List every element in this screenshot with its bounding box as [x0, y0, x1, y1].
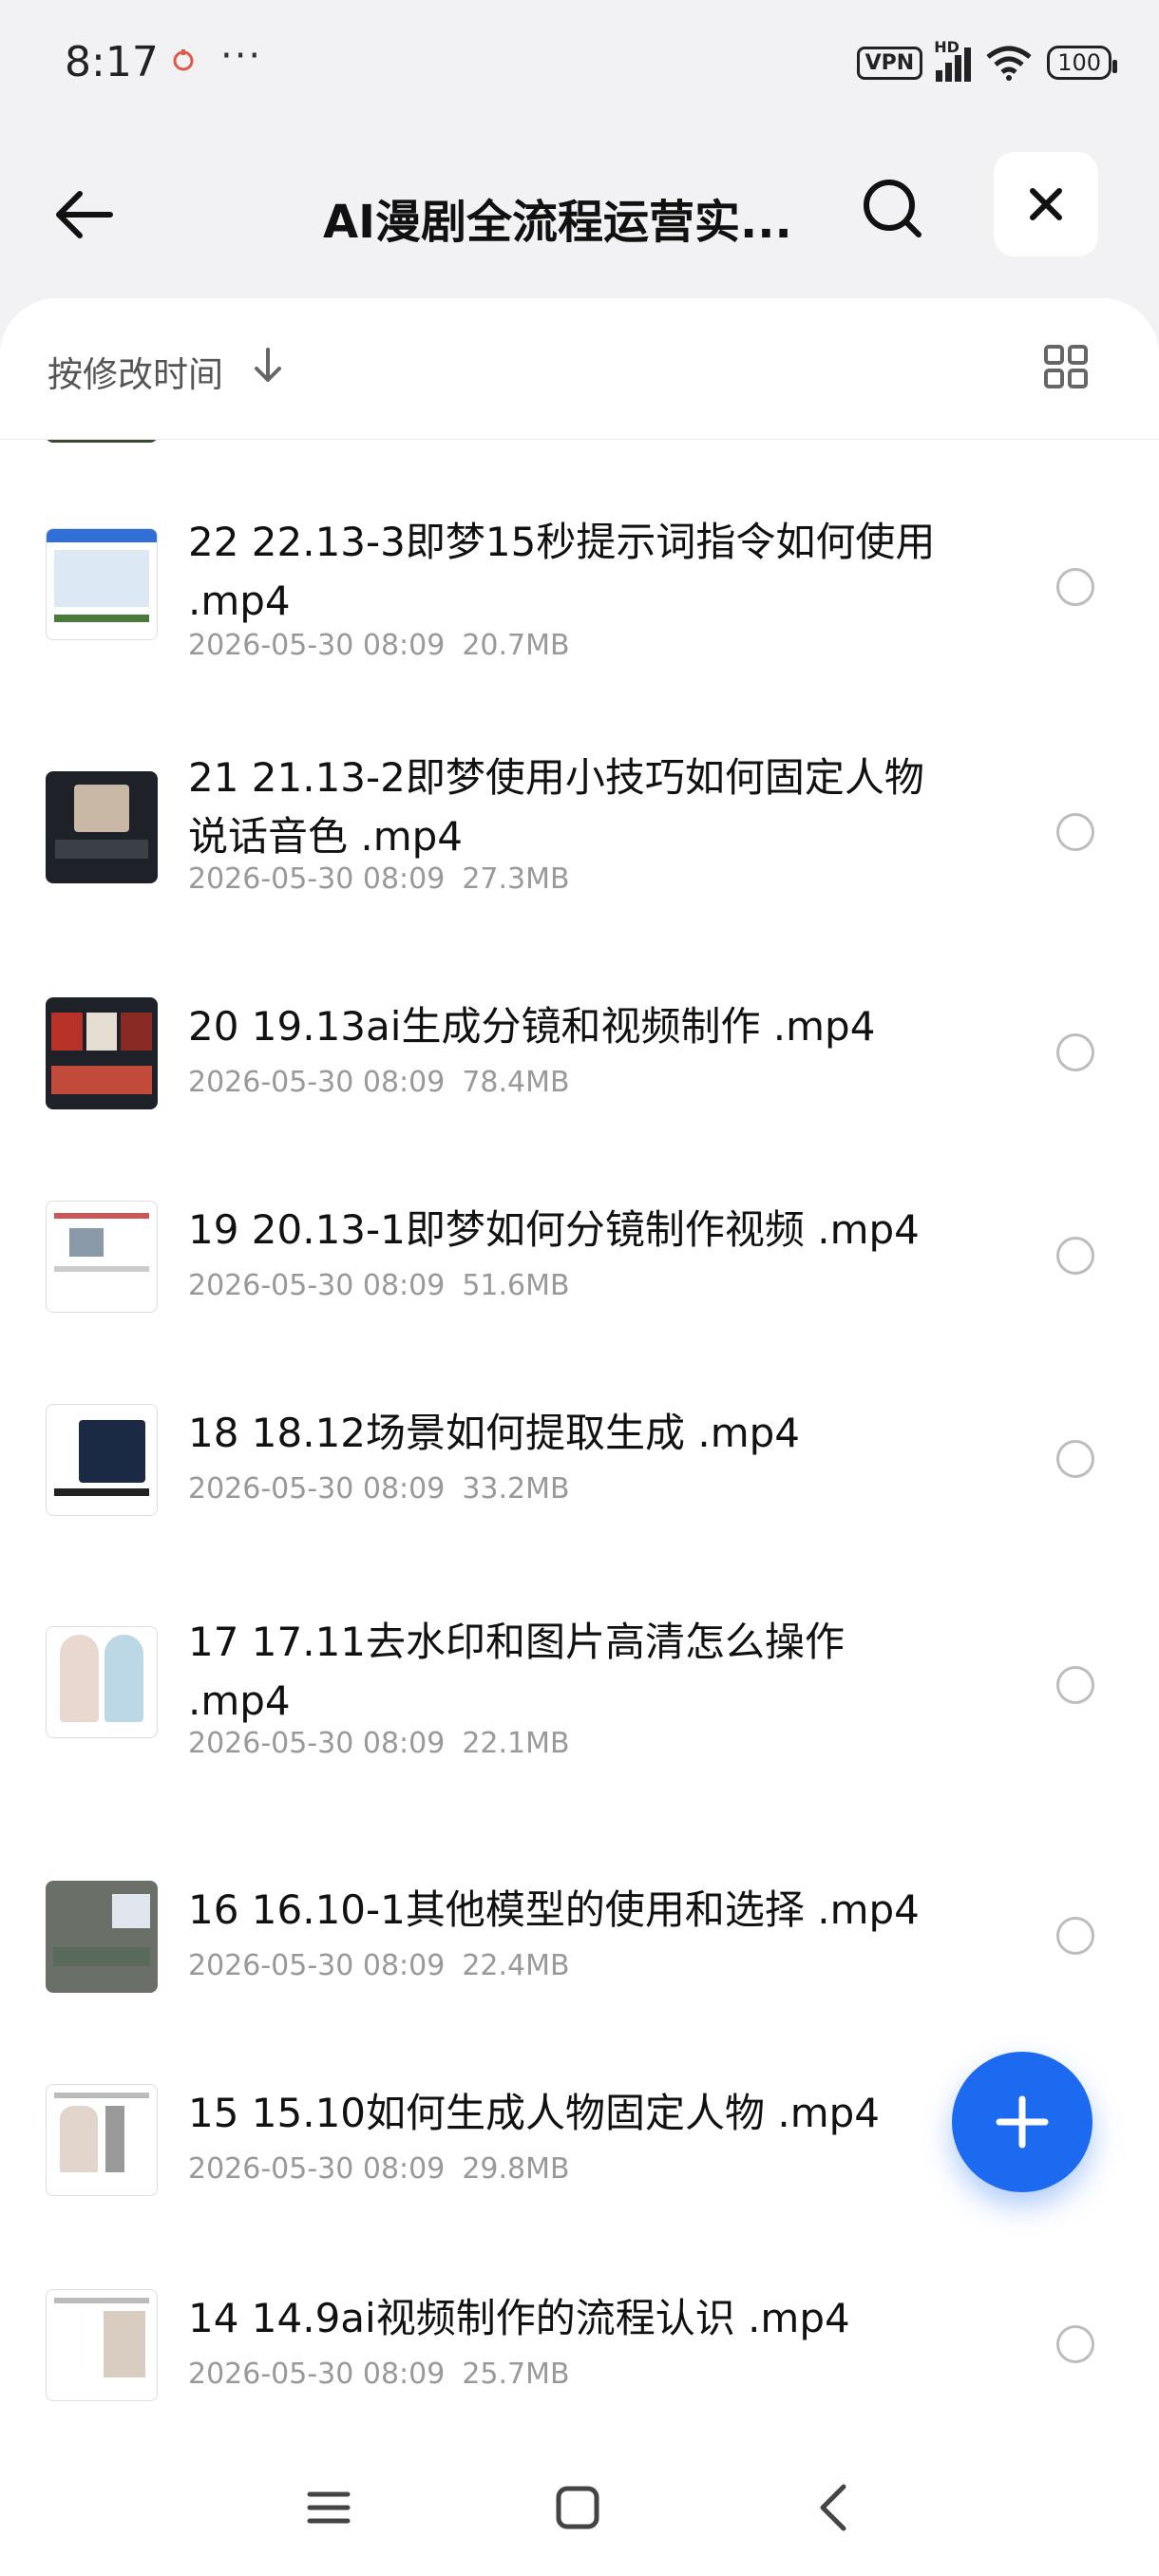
video-thumbnail	[46, 2289, 158, 2401]
back-button[interactable]	[46, 177, 122, 253]
file-name: 22 22.13-3即梦15秒提示词指令如何使用 .mp4	[188, 519, 936, 624]
video-thumbnail	[46, 1404, 158, 1516]
battery-indicator: 100	[1047, 46, 1117, 80]
file-meta: 2026-05-30 08:09 51.6MB	[188, 1269, 570, 1302]
file-meta: 2026-05-30 08:09 20.7MB	[188, 629, 570, 662]
sort-option-button[interactable]: 按修改时间	[48, 346, 223, 397]
file-list-panel: 按修改时间 22 22.13-3即梦15秒提示词指令如何使用 .mp4 2026…	[0, 298, 1159, 2576]
select-radio[interactable]	[1056, 813, 1094, 851]
file-meta: 2026-05-30 08:09 22.4MB	[188, 1949, 570, 1982]
home-square-icon	[556, 2486, 599, 2529]
select-radio[interactable]	[1056, 1917, 1094, 1955]
nav-home-button[interactable]	[549, 2479, 606, 2536]
file-name: 15 15.10如何生成人物固定人物 .mp4	[188, 2090, 881, 2136]
top-app-bar: AI漫剧全流程运营实...	[0, 152, 1159, 266]
file-name: 19 20.13-1即梦如何分镜制作视频 .mp4	[188, 1206, 920, 1253]
video-thumbnail	[46, 771, 158, 883]
video-thumbnail	[46, 2084, 158, 2196]
search-button[interactable]	[855, 171, 931, 247]
folder-title: AI漫剧全流程运营实...	[323, 196, 792, 249]
sort-bar: 按修改时间	[0, 298, 1159, 440]
grid-view-icon[interactable]	[1043, 344, 1089, 389]
file-name: 20 19.13ai生成分镜和视频制作 .mp4	[188, 1003, 876, 1050]
wifi-icon	[986, 46, 1032, 81]
more-notifications-icon: ···	[220, 34, 263, 78]
file-name: 16 16.10-1其他模型的使用和选择 .mp4	[188, 1886, 920, 1933]
file-name: 14 14.9ai视频制作的流程认识 .mp4	[188, 2295, 850, 2341]
arrow-left-icon	[56, 191, 113, 238]
plus-icon	[996, 2095, 1049, 2149]
file-meta: 2026-05-30 08:09 22.1MB	[188, 1727, 570, 1760]
select-radio[interactable]	[1056, 1666, 1094, 1704]
vpn-badge: VPN	[856, 46, 923, 80]
status-indicators: VPN HD 100	[856, 38, 1117, 82]
file-meta: 2026-05-30 08:09 33.2MB	[188, 1472, 570, 1506]
file-meta: 2026-05-30 08:09 29.8MB	[188, 2152, 570, 2186]
file-name: 17 17.11去水印和图片高清怎么操作 .mp4	[188, 1619, 846, 1724]
select-radio[interactable]	[1056, 568, 1094, 606]
notification-icon	[173, 49, 194, 71]
system-nav-bar	[0, 2432, 1159, 2576]
select-radio[interactable]	[1056, 2325, 1094, 2363]
select-radio[interactable]	[1056, 1033, 1094, 1071]
add-button[interactable]	[952, 2052, 1092, 2192]
video-thumbnail	[46, 1626, 158, 1738]
nav-back-button[interactable]	[804, 2479, 861, 2536]
menu-icon	[307, 2491, 351, 2524]
file-meta: 2026-05-30 08:09 27.3MB	[188, 862, 570, 896]
select-radio[interactable]	[1056, 1440, 1094, 1478]
file-name: 21 21.13-2即梦使用小技巧如何固定人物说话音色 .mp4	[188, 754, 924, 860]
nav-menu-button[interactable]	[300, 2479, 357, 2536]
arrow-down-icon[interactable]	[251, 348, 285, 386]
file-meta: 2026-05-30 08:09 78.4MB	[188, 1066, 570, 1099]
status-bar: 8:17 ··· VPN HD 100	[0, 0, 1159, 133]
signal-icon: HD	[934, 38, 972, 82]
file-name: 18 18.12场景如何提取生成 .mp4	[188, 1410, 801, 1456]
video-thumbnail	[46, 1201, 158, 1313]
video-thumbnail	[46, 1881, 158, 1993]
close-button[interactable]	[994, 152, 1098, 256]
select-radio[interactable]	[1056, 1237, 1094, 1275]
file-meta: 2026-05-30 08:09 25.7MB	[188, 2358, 570, 2391]
chevron-left-icon	[820, 2484, 846, 2531]
close-icon	[1030, 188, 1062, 220]
search-icon	[864, 180, 922, 237]
status-time: 8:17	[65, 38, 159, 86]
video-thumbnail	[46, 997, 158, 1109]
video-thumbnail	[46, 528, 158, 640]
